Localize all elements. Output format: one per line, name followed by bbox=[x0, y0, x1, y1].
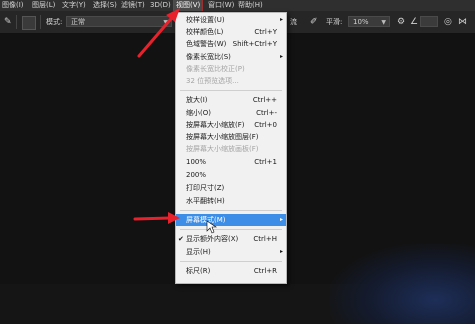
annotation-arrow-top bbox=[137, 8, 180, 58]
mouse-cursor-icon bbox=[206, 220, 217, 234]
annotation-arrows bbox=[133, 8, 217, 234]
annotation-arrow-screen-mode bbox=[133, 212, 180, 224]
